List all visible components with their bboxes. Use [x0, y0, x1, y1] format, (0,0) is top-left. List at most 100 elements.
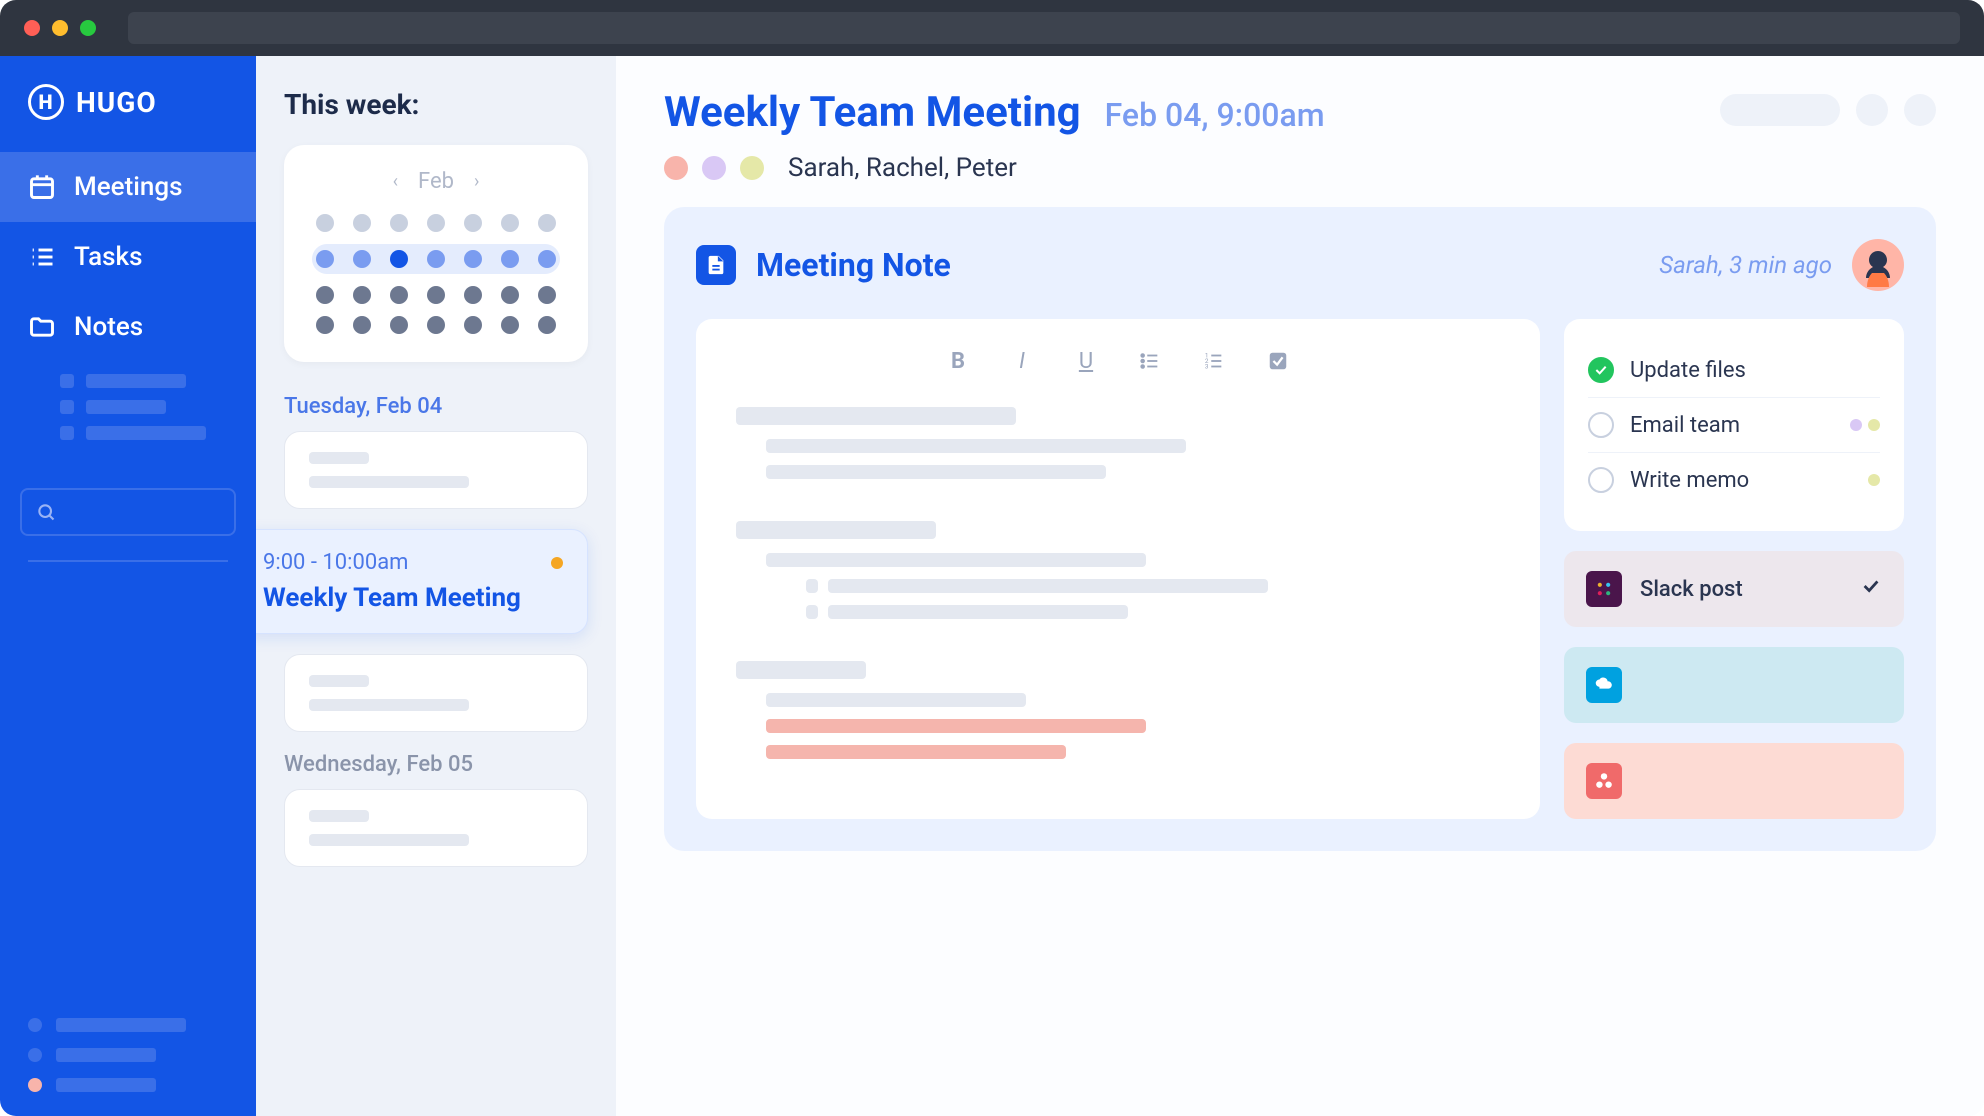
- attendee-avatar[interactable]: [740, 156, 764, 180]
- calendar-day[interactable]: [427, 214, 445, 232]
- calendar-day[interactable]: [538, 214, 556, 232]
- meeting-datetime: Feb 04, 9:00am: [1105, 96, 1325, 134]
- event-card[interactable]: [284, 431, 588, 509]
- event-card[interactable]: [284, 789, 588, 867]
- nav-notes[interactable]: Notes: [0, 292, 256, 362]
- calendar-day[interactable]: [464, 286, 482, 304]
- folder-icon: [28, 313, 56, 341]
- assignee-dot: [1850, 419, 1862, 431]
- calendar-day[interactable]: [316, 214, 334, 232]
- calendar-day[interactable]: [353, 250, 371, 268]
- bold-button[interactable]: B: [944, 347, 972, 375]
- calendar-day[interactable]: [538, 250, 556, 268]
- underline-button[interactable]: U: [1072, 347, 1100, 375]
- calendar-day[interactable]: [501, 286, 519, 304]
- event-card[interactable]: [284, 654, 588, 732]
- calendar-day-current[interactable]: [390, 250, 408, 268]
- calendar-day[interactable]: [427, 316, 445, 334]
- numbered-list-button[interactable]: 123: [1200, 347, 1228, 375]
- calendar-day[interactable]: [501, 316, 519, 334]
- bullet-list-button[interactable]: [1136, 347, 1164, 375]
- schedule-panel: This week: ‹ Feb ›: [256, 56, 616, 1116]
- calendar-day[interactable]: [464, 250, 482, 268]
- integration-label: Slack post: [1640, 577, 1743, 602]
- calendar-month: Feb: [418, 169, 454, 194]
- calendar-icon: [28, 173, 56, 201]
- event-time: 9:00 - 10:00am: [263, 550, 408, 575]
- search-input[interactable]: [20, 488, 236, 536]
- calendar-day[interactable]: [427, 250, 445, 268]
- note-editor[interactable]: B I U 123: [696, 319, 1540, 819]
- calendar-day[interactable]: [390, 316, 408, 334]
- brand-logo[interactable]: H HUGO: [0, 84, 256, 152]
- note-title: Meeting Note: [756, 246, 1639, 284]
- task-checkbox[interactable]: [1588, 412, 1614, 438]
- calendar-day[interactable]: [353, 214, 371, 232]
- nav-tasks[interactable]: Tasks: [0, 222, 256, 292]
- calendar-prev-button[interactable]: ‹: [393, 171, 398, 192]
- editor-toolbar: B I U 123: [736, 347, 1500, 375]
- meeting-note-panel: Meeting Note Sarah, 3 min ago B I U: [664, 207, 1936, 851]
- calendar-day[interactable]: [538, 316, 556, 334]
- calendar-day[interactable]: [501, 250, 519, 268]
- task-item[interactable]: Write memo: [1588, 453, 1880, 507]
- tasks-card: Update files Email team: [1564, 319, 1904, 531]
- list-icon: [28, 243, 56, 271]
- close-window-button[interactable]: [24, 20, 40, 36]
- meeting-title: Weekly Team Meeting: [664, 88, 1081, 137]
- calendar-day[interactable]: [464, 214, 482, 232]
- note-meta: Sarah, 3 min ago: [1659, 251, 1832, 279]
- asana-icon: [1586, 763, 1622, 799]
- integration-asana[interactable]: [1564, 743, 1904, 819]
- schedule-title: This week:: [284, 88, 588, 121]
- checklist-button[interactable]: [1264, 347, 1292, 375]
- task-label: Update files: [1630, 358, 1746, 383]
- attendee-avatar[interactable]: [664, 156, 688, 180]
- author-avatar[interactable]: [1852, 239, 1904, 291]
- calendar-day[interactable]: [316, 316, 334, 334]
- integration-slack[interactable]: Slack post: [1564, 551, 1904, 627]
- mini-calendar: ‹ Feb ›: [284, 145, 588, 362]
- calendar-day[interactable]: [464, 316, 482, 334]
- notes-sublist: [0, 362, 256, 464]
- task-label: Email team: [1630, 413, 1740, 438]
- day-heading: Wednesday, Feb 05: [284, 752, 588, 777]
- event-card-selected[interactable]: 9:00 - 10:00am Weekly Team Meeting: [256, 529, 588, 634]
- window-titlebar: [0, 0, 1984, 56]
- nav-label: Meetings: [74, 172, 182, 202]
- calendar-day[interactable]: [316, 250, 334, 268]
- calendar-day[interactable]: [427, 286, 445, 304]
- task-checkbox-done[interactable]: [1588, 357, 1614, 383]
- calendar-day[interactable]: [353, 316, 371, 334]
- address-bar[interactable]: [128, 12, 1960, 44]
- calendar-day[interactable]: [501, 214, 519, 232]
- integration-salesforce[interactable]: [1564, 647, 1904, 723]
- task-label: Write memo: [1630, 468, 1749, 493]
- calendar-day[interactable]: [390, 214, 408, 232]
- task-item[interactable]: Update files: [1588, 343, 1880, 398]
- header-action-pill[interactable]: [1720, 94, 1840, 126]
- brand-name: HUGO: [76, 86, 157, 119]
- header-action-button[interactable]: [1904, 94, 1936, 126]
- nav-label: Tasks: [74, 242, 143, 272]
- hugo-logo-icon: H: [28, 84, 64, 120]
- minimize-window-button[interactable]: [52, 20, 68, 36]
- maximize-window-button[interactable]: [80, 20, 96, 36]
- calendar-day[interactable]: [316, 286, 334, 304]
- calendar-day[interactable]: [538, 286, 556, 304]
- italic-button[interactable]: I: [1008, 347, 1036, 375]
- user-item[interactable]: [28, 1078, 228, 1092]
- user-item[interactable]: [28, 1048, 228, 1062]
- task-item[interactable]: Email team: [1588, 398, 1880, 453]
- calendar-next-button[interactable]: ›: [474, 171, 479, 192]
- calendar-day[interactable]: [390, 286, 408, 304]
- attendee-avatar[interactable]: [702, 156, 726, 180]
- event-status-dot: [551, 557, 563, 569]
- sidebar: H HUGO Meetings Tasks: [0, 56, 256, 1116]
- calendar-day[interactable]: [353, 286, 371, 304]
- nav-meetings[interactable]: Meetings: [0, 152, 256, 222]
- user-item[interactable]: [28, 1018, 228, 1032]
- svg-text:3: 3: [1205, 362, 1209, 370]
- task-checkbox[interactable]: [1588, 467, 1614, 493]
- header-action-button[interactable]: [1856, 94, 1888, 126]
